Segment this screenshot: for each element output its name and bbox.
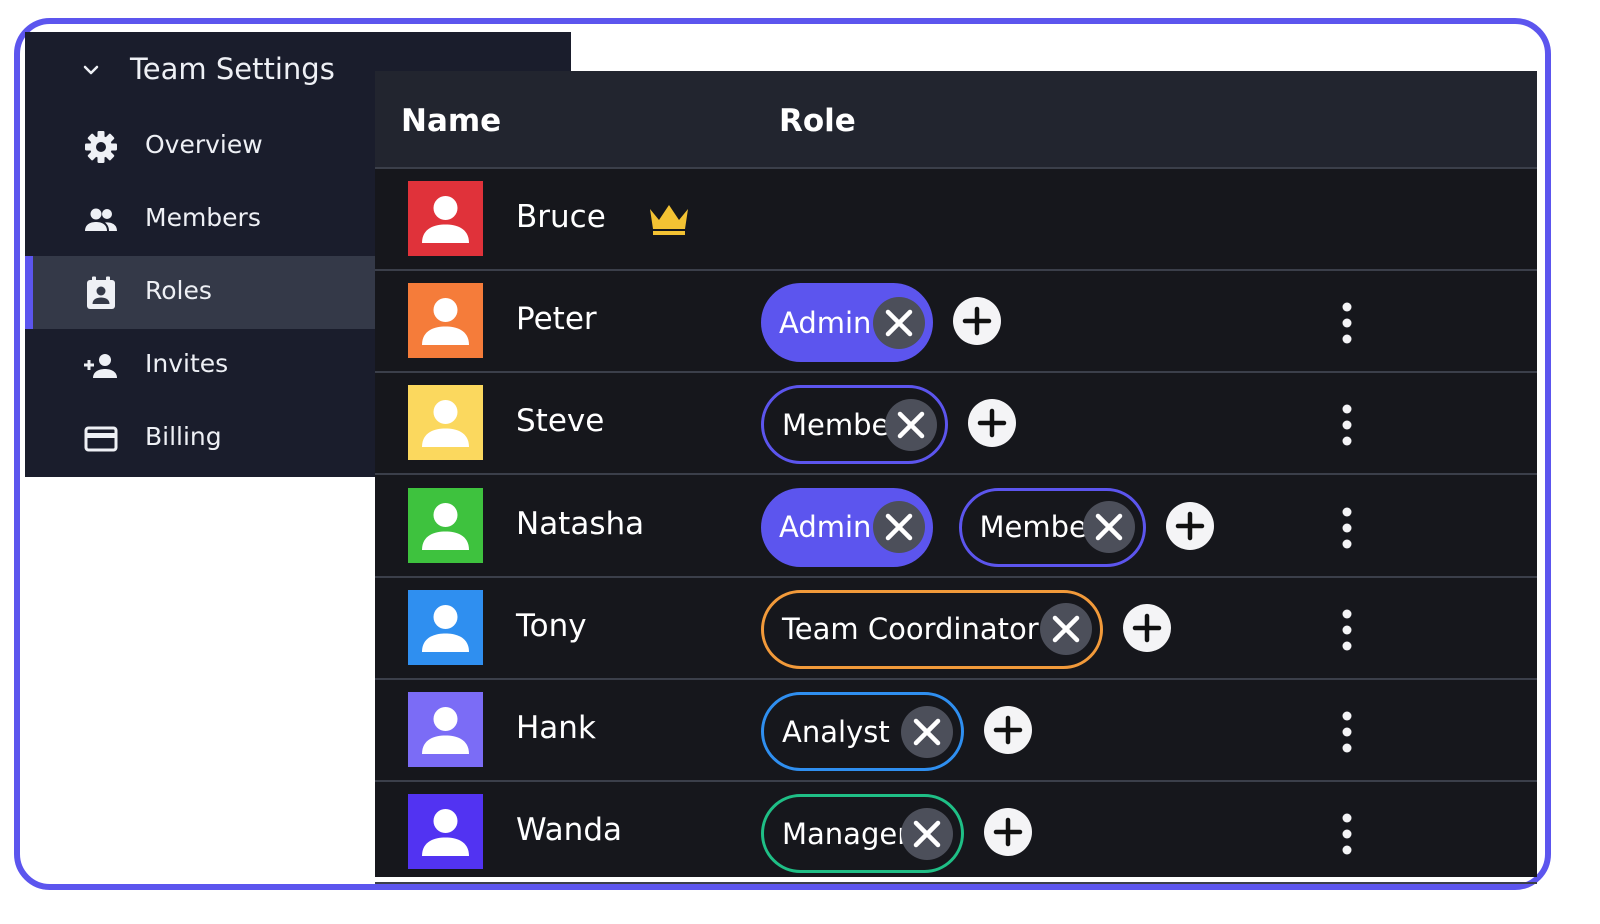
role-chip[interactable]: Analyst (761, 692, 964, 771)
sidebar-item-members[interactable]: Members (25, 183, 376, 256)
more-options-icon[interactable] (1339, 710, 1355, 754)
sidebar-item-invites[interactable]: Invites (25, 329, 376, 402)
avatar (408, 283, 483, 359)
person-icon (408, 692, 483, 767)
gear-icon (85, 131, 117, 163)
remove-role-icon[interactable] (885, 398, 937, 451)
badge-icon (87, 276, 115, 309)
role-chip-label: Member (782, 407, 902, 442)
avatar (408, 385, 483, 461)
person-add-icon (84, 354, 117, 378)
person-icon (408, 794, 483, 870)
member-name: Peter (516, 301, 597, 338)
more-options-icon[interactable] (1339, 608, 1355, 652)
remove-role-icon[interactable] (872, 501, 925, 554)
add-role-icon[interactable] (983, 808, 1032, 857)
role-chip[interactable]: Member (958, 487, 1146, 567)
role-chip[interactable]: Team Coordinator (761, 589, 1103, 669)
table-row: Wanda Manager (375, 782, 1537, 885)
more-options-icon[interactable] (1339, 301, 1355, 345)
sidebar-item-label: Members (145, 203, 261, 232)
avatar (408, 692, 483, 767)
sidebar-item-overview[interactable]: Overview (25, 110, 376, 183)
table-row: Bruce (375, 169, 1537, 271)
add-role-icon[interactable] (1165, 501, 1214, 550)
role-chip[interactable]: Manager (761, 794, 964, 874)
table-row: Steve Member (375, 373, 1537, 476)
roles-table: Name Role Bruce Peter Admin Steve Member Nata… (375, 71, 1537, 885)
column-header-name: Name (401, 103, 502, 139)
member-name: Wanda (516, 812, 622, 849)
people-icon (85, 208, 117, 231)
sidebar-item-label: Roles (145, 276, 212, 305)
member-name: Natasha (516, 505, 645, 542)
more-options-icon[interactable] (1339, 812, 1355, 856)
sidebar-item-billing[interactable]: Billing (25, 402, 376, 475)
sidebar-item-roles[interactable]: Roles (25, 256, 376, 329)
avatar (408, 794, 483, 870)
person-icon (408, 385, 483, 461)
column-header-role: Role (779, 103, 856, 139)
sidebar-item-label: Overview (145, 130, 263, 159)
person-icon (408, 487, 483, 563)
add-role-icon[interactable] (983, 706, 1032, 754)
avatar (408, 589, 483, 665)
member-name: Tony (516, 607, 587, 644)
more-options-icon[interactable] (1339, 506, 1355, 550)
remove-role-icon[interactable] (900, 705, 953, 758)
role-chip[interactable]: Admin (761, 283, 933, 363)
table-row: Natasha Admin Member (375, 476, 1537, 578)
remove-role-icon[interactable] (1040, 603, 1092, 656)
table-row: Tony Team Coordinator (375, 578, 1537, 680)
person-icon (408, 589, 483, 665)
active-indicator (25, 256, 33, 329)
role-chip[interactable]: Member (761, 385, 948, 465)
add-role-icon[interactable] (968, 399, 1016, 448)
role-chip-label: Analyst (782, 714, 890, 749)
person-icon (408, 283, 483, 359)
member-name: Hank (516, 710, 596, 746)
role-chip-label: Admin (779, 510, 872, 545)
role-chip-label: Admin (779, 305, 872, 340)
avatar (408, 181, 483, 256)
remove-role-icon[interactable] (900, 807, 953, 860)
sidebar-title: Team Settings (130, 52, 335, 86)
sidebar-item-label: Billing (145, 422, 222, 451)
crown-icon (647, 201, 691, 237)
member-name: Steve (516, 403, 605, 440)
credit-card-icon (84, 426, 118, 452)
person-icon (408, 181, 483, 256)
add-role-icon[interactable] (952, 297, 1001, 346)
remove-role-icon[interactable] (1082, 501, 1135, 554)
member-name: Bruce (516, 199, 606, 235)
table-row: Peter Admin (375, 271, 1537, 374)
role-chip[interactable]: Admin (761, 487, 933, 567)
chevron-down-icon[interactable] (81, 60, 101, 80)
table-row: Hank Analyst (375, 680, 1537, 782)
avatar (408, 487, 483, 563)
role-chip-label: Manager (782, 816, 910, 851)
role-chip-label: Team Coordinator (782, 612, 1039, 647)
add-role-icon[interactable] (1123, 603, 1171, 652)
sidebar-item-label: Invites (145, 349, 229, 378)
more-options-icon[interactable] (1339, 403, 1355, 447)
table-header: Name Role (375, 71, 1537, 169)
remove-role-icon[interactable] (872, 296, 925, 349)
role-chip-label: Member (979, 510, 1099, 545)
